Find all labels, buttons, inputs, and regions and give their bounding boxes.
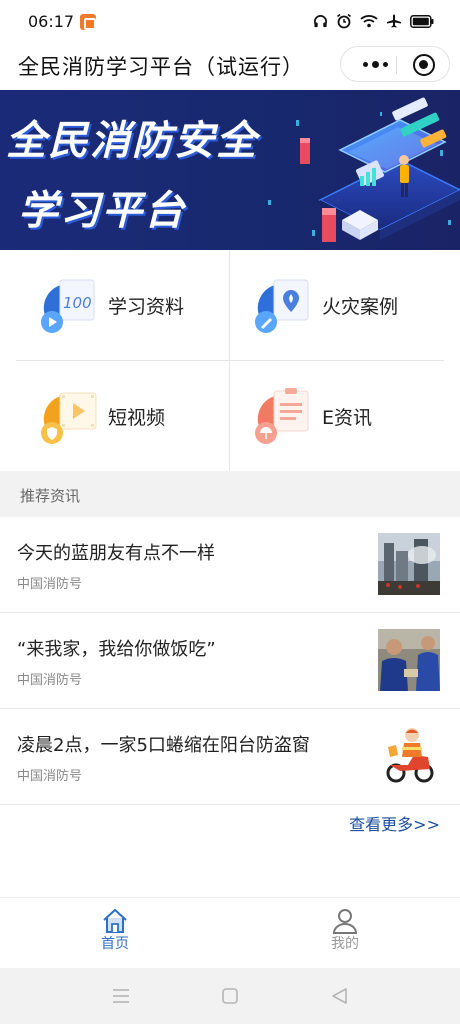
news-title: “来我家，我给你做饭吃” <box>17 639 216 660</box>
tab-home[interactable]: 首页 <box>0 898 230 968</box>
news-item[interactable]: “来我家，我给你做饭吃” 中国消防号 <box>0 613 460 709</box>
see-more-link[interactable]: 查看更多>> <box>349 811 440 835</box>
back-triangle-icon[interactable] <box>329 986 351 1006</box>
section-header: 推荐资讯 <box>0 471 460 517</box>
app-notification-icon <box>80 14 96 30</box>
study-material-icon: 100 <box>41 279 95 333</box>
status-icons <box>313 13 434 29</box>
home-icon <box>103 908 127 933</box>
menu-label: 学习资料 <box>108 296 185 318</box>
menu-item-fire-case[interactable]: 火灾案例 <box>230 250 444 359</box>
menu-label: 火灾案例 <box>322 296 399 318</box>
capsule-divider <box>396 56 397 74</box>
tab-label: 我的 <box>331 936 359 952</box>
title-bar: 全民消防学习平台（试运行） <box>0 44 460 90</box>
menu-item-short-video[interactable]: 短视频 <box>16 361 230 470</box>
news-thumbnail-image <box>378 629 440 691</box>
news-list: 今天的蓝朋友有点不一样 中国消防号 “来我家，我给你做饭吃” 中国消防号 凌晨2… <box>0 517 460 897</box>
banner-title-line2: 学习平台 <box>18 188 186 234</box>
airplane-icon <box>387 14 401 28</box>
mini-program-capsule <box>340 46 450 82</box>
status-time: 06:17 <box>28 12 75 31</box>
news-source: 中国消防号 <box>17 673 83 688</box>
banner-title-line1: 全民消防安全 <box>6 118 258 164</box>
page-title: 全民消防学习平台（试运行） <box>18 55 304 79</box>
news-thumbnail-image <box>378 533 440 595</box>
menu-label: 短视频 <box>108 407 166 429</box>
news-source: 中国消防号 <box>17 577 83 592</box>
tab-bar: 首页 我的 <box>0 897 460 968</box>
news-thumbnail-image <box>378 725 440 787</box>
wifi-icon <box>360 15 378 28</box>
news-item[interactable]: 凌晨2点，一家5口蜷缩在阳台防盗窗 中国消防号 <box>0 709 460 805</box>
svg-text:100: 100 <box>63 294 92 312</box>
menu-item-study-material[interactable]: 100 学习资料 <box>16 250 230 359</box>
news-item[interactable]: 今天的蓝朋友有点不一样 中国消防号 <box>0 517 460 613</box>
short-video-icon <box>41 392 97 444</box>
news-title: 今天的蓝朋友有点不一样 <box>17 543 215 564</box>
fire-case-icon <box>255 279 309 333</box>
tab-profile[interactable]: 我的 <box>230 898 460 968</box>
news-source: 中国消防号 <box>17 769 83 784</box>
e-news-icon <box>255 388 309 444</box>
news-title: 凌晨2点，一家5口蜷缩在阳台防盗窗 <box>17 735 310 756</box>
close-target-icon[interactable] <box>413 54 435 76</box>
headphones-icon <box>314 14 327 27</box>
news-divider <box>0 804 460 805</box>
menu-label: E资讯 <box>322 407 373 429</box>
battery-icon <box>410 14 434 28</box>
profile-icon <box>332 909 358 934</box>
menu-grid: 100 学习资料 火灾案例 短视频 E资讯 <box>0 250 460 471</box>
tab-label: 首页 <box>101 936 129 952</box>
status-bar: 06:17 <box>0 0 460 44</box>
banner[interactable]: 全民消防安全 学习平台 <box>0 90 460 250</box>
menu-item-e-news[interactable]: E资讯 <box>230 361 444 470</box>
section-title: 推荐资讯 <box>20 487 81 505</box>
system-navigation-bar <box>0 968 460 1024</box>
home-square-icon[interactable] <box>219 986 241 1006</box>
menu-lines-icon[interactable] <box>110 986 132 1006</box>
alarm-icon <box>337 13 351 29</box>
more-dots-icon[interactable] <box>355 47 395 81</box>
